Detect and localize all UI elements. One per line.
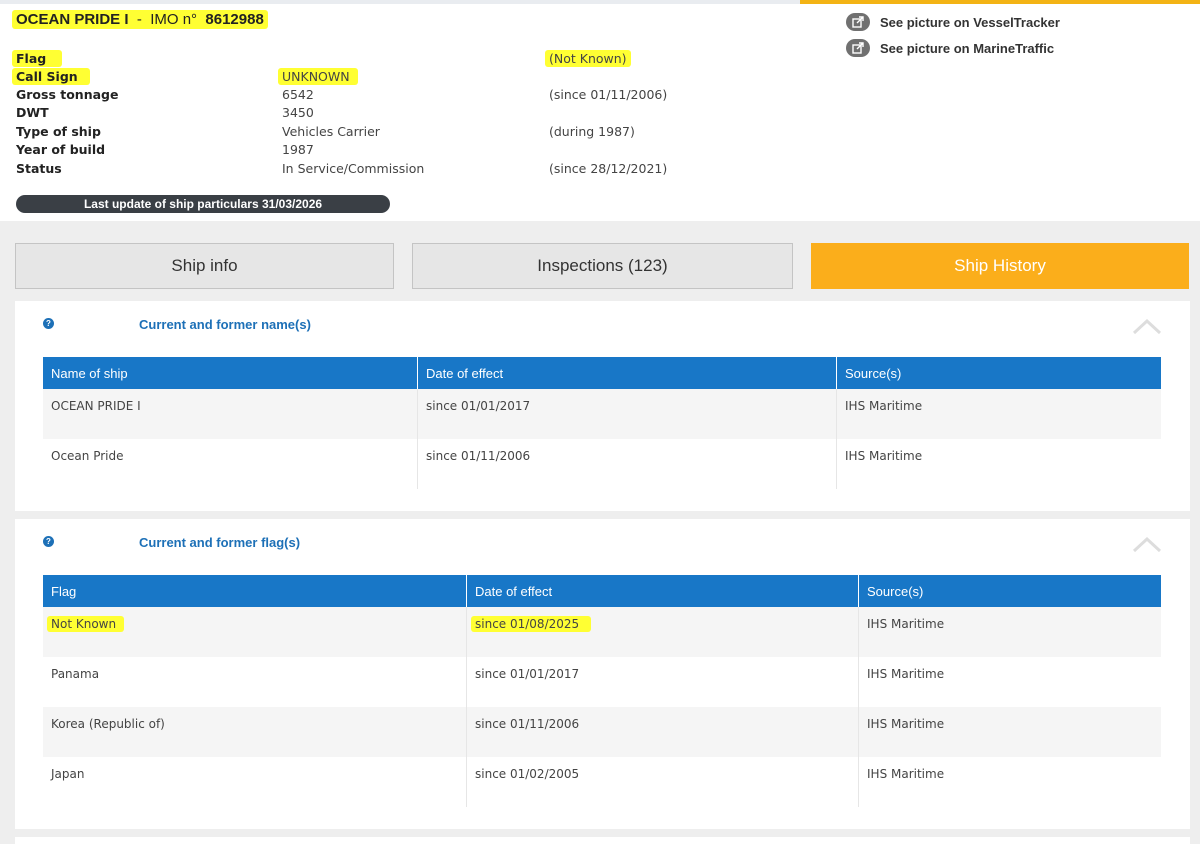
flags-section-title: Current and former flag(s) — [139, 535, 301, 550]
dwt-value: 3450 — [282, 105, 314, 120]
table-row: Panama since 01/01/2017 IHS Maritime — [43, 657, 1161, 707]
flags-section: ? Current and former flag(s) Flag Date o… — [15, 519, 1190, 829]
page-title: OCEAN PRIDE I - IMO n° 8612988 — [12, 10, 268, 29]
vesseltracker-link-label: See picture on VesselTracker — [880, 14, 1060, 30]
cell-date-text: since 01/08/2025 — [471, 616, 592, 632]
imo-number: 8612988 — [205, 11, 264, 28]
external-link-icon — [846, 13, 870, 31]
cell-flag: Not Known — [43, 607, 467, 657]
imo-label: IMO n° — [150, 11, 198, 28]
names-table: Name of ship Date of effect Source(s) OC… — [43, 357, 1161, 489]
tab-ship-info[interactable]: Ship info — [15, 243, 394, 289]
column-header-source: Source(s) — [836, 357, 1161, 389]
table-header-row: Name of ship Date of effect Source(s) — [43, 357, 1161, 389]
flags-table: Flag Date of effect Source(s) Not Known … — [43, 575, 1161, 807]
table-row: Not Known since 01/08/2025 IHS Maritime — [43, 607, 1161, 657]
cell-flag: Panama — [43, 657, 467, 707]
cell-name: Ocean Pride — [43, 439, 418, 489]
cell-flag-text: Not Known — [47, 616, 125, 632]
cell-date: since 01/11/2006 — [466, 707, 859, 757]
dwt-label: DWT — [16, 105, 49, 120]
flags-section-header[interactable]: ? Current and former flag(s) — [15, 519, 1190, 567]
top-accent-line — [0, 0, 1200, 4]
cell-flag: Korea (Republic of) — [43, 707, 467, 757]
cell-date: since 01/01/2017 — [466, 657, 859, 707]
vesseltracker-link[interactable]: See picture on VesselTracker — [846, 9, 1060, 35]
ship-name: OCEAN PRIDE I — [16, 11, 129, 28]
marinetraffic-link-label: See picture on MarineTraffic — [880, 40, 1055, 56]
cell-source: IHS Maritime — [836, 439, 1161, 489]
help-icon[interactable]: ? — [43, 536, 54, 547]
column-header-source: Source(s) — [858, 575, 1161, 607]
help-icon[interactable]: ? — [43, 318, 54, 329]
column-header-name: Name of ship — [43, 357, 418, 389]
cell-date: since 01/01/2017 — [417, 389, 837, 439]
picture-links: See picture on VesselTracker See picture… — [846, 9, 1060, 61]
table-row: Japan since 01/02/2005 IHS Maritime — [43, 757, 1161, 807]
column-header-flag: Flag — [43, 575, 467, 607]
last-update-badge: Last update of ship particulars 31/03/20… — [16, 195, 390, 213]
year-value: 1987 — [282, 142, 314, 157]
names-section-header[interactable]: ? Current and former name(s) — [15, 301, 1190, 349]
cell-flag: Japan — [43, 757, 467, 807]
call-sign-label: Call Sign — [12, 68, 90, 85]
chevron-up-icon[interactable] — [1132, 535, 1162, 553]
title-separator: - — [136, 11, 142, 28]
status-value: In Service/Commission — [282, 161, 425, 176]
names-section-title: Current and former name(s) — [139, 317, 311, 332]
column-header-date: Date of effect — [417, 357, 837, 389]
type-label: Type of ship — [16, 124, 101, 139]
title-highlight: OCEAN PRIDE I - IMO n° 8612988 — [12, 10, 268, 29]
call-sign-value: UNKNOWN — [278, 68, 358, 85]
cell-source: IHS Maritime — [858, 607, 1161, 657]
type-note: (during 1987) — [549, 124, 635, 139]
year-label: Year of build — [16, 142, 106, 157]
next-section — [15, 837, 1190, 844]
cell-date: since 01/11/2006 — [417, 439, 837, 489]
table-row: Ocean Pride since 01/11/2006 IHS Maritim… — [43, 439, 1161, 489]
cell-source: IHS Maritime — [858, 707, 1161, 757]
names-section: ? Current and former name(s) Name of shi… — [15, 301, 1190, 511]
column-header-date: Date of effect — [466, 575, 859, 607]
table-header-row: Flag Date of effect Source(s) — [43, 575, 1161, 607]
tab-ship-history[interactable]: Ship History — [811, 243, 1189, 289]
flag-note: (Not Known) — [545, 50, 631, 67]
table-row: OCEAN PRIDE I since 01/01/2017 IHS Marit… — [43, 389, 1161, 439]
external-link-icon — [846, 39, 870, 57]
cell-source: IHS Maritime — [836, 389, 1161, 439]
chevron-up-icon[interactable] — [1132, 317, 1162, 335]
marinetraffic-link[interactable]: See picture on MarineTraffic — [846, 35, 1060, 61]
table-row: Korea (Republic of) since 01/11/2006 IHS… — [43, 707, 1161, 757]
cell-date: since 01/08/2025 — [466, 607, 859, 657]
type-value: Vehicles Carrier — [282, 124, 380, 139]
status-label: Status — [16, 161, 62, 176]
cell-source: IHS Maritime — [858, 657, 1161, 707]
main-content: Ship info Inspections (123) Ship History… — [0, 221, 1200, 844]
cell-name: OCEAN PRIDE I — [43, 389, 418, 439]
tab-inspections[interactable]: Inspections (123) — [412, 243, 793, 289]
cell-source: IHS Maritime — [858, 757, 1161, 807]
gross-tonnage-note: (since 01/11/2006) — [549, 87, 668, 102]
status-note: (since 28/12/2021) — [549, 161, 668, 176]
cell-date: since 01/02/2005 — [466, 757, 859, 807]
flag-label: Flag — [12, 50, 63, 67]
gross-tonnage-value: 6542 — [282, 87, 314, 102]
gross-tonnage-label: Gross tonnage — [16, 87, 119, 102]
